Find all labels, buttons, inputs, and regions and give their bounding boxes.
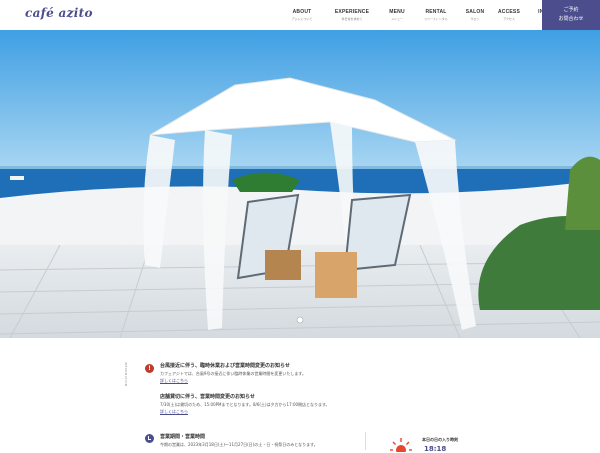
hero-image xyxy=(0,30,600,338)
alert-icon: ! xyxy=(145,364,154,373)
news-title: 営業期間・営業時間 xyxy=(160,434,206,440)
news-text: 7/30(土)は貸切のため、15:00PMまでとなります。8/6(土)は夕方から… xyxy=(160,402,330,407)
news-item: 店舗貸切に伴う、営業時間変更のお知らせ 7/30(土)は貸切のため、15:00P… xyxy=(160,394,330,415)
nav-item-rental[interactable]: RENTAL スペースレンタル xyxy=(416,0,456,30)
nav-item-menu[interactable]: MENU メニュー xyxy=(382,0,412,30)
slider-dot-icon[interactable] xyxy=(296,316,304,324)
nav-sublabel: メニュー xyxy=(390,17,403,21)
news-title[interactable]: 台風接近に伴う、臨時休業および営業時間変更のお知らせ xyxy=(160,363,306,370)
news-item: 営業期間・営業時間 今期の営業は、2023年3月18日(土)～11月27日(日)… xyxy=(160,434,360,448)
nav-label: MENU xyxy=(389,9,405,15)
boat xyxy=(10,176,24,180)
nav-item-salon[interactable]: SALON サロン xyxy=(460,0,490,30)
site-header: café azito ABOUT アジトについて EXPERIENCE 非日常を… xyxy=(0,0,600,30)
nav-label: ACCESS xyxy=(497,9,521,15)
nav-sublabel: サロン xyxy=(470,17,480,21)
nav-label: EXPERIENCE xyxy=(334,9,370,15)
site-logo[interactable]: café azito xyxy=(25,6,93,20)
nav-label: SALON xyxy=(465,9,485,15)
contact-label: お問合わせ xyxy=(558,16,584,22)
section-vertical-label: INFORMATION xyxy=(124,362,128,387)
nav-sublabel: 非日常を求めて xyxy=(341,17,363,21)
side-table xyxy=(315,252,357,298)
nav-label: RENTAL xyxy=(425,9,447,15)
news-item: 台風接近に伴う、臨時休業および営業時間変更のお知らせ カフェアジトでは、台風9号… xyxy=(160,363,306,384)
terrace-scene xyxy=(0,30,600,338)
horizon-line xyxy=(0,166,600,169)
news-text: 今期の営業は、2023年3月18日(土)～11月27日(日)の土・日・祝祭日のみ… xyxy=(160,442,318,447)
nav-item-experience[interactable]: EXPERIENCE 非日常を求めて xyxy=(326,0,378,30)
news-title[interactable]: 店舗貸切に伴う、営業時間変更のお知らせ xyxy=(160,394,330,401)
nav-item-access[interactable]: ACCESS アクセス xyxy=(494,0,524,30)
nav-item-about[interactable]: ABOUT アジトについて xyxy=(282,0,322,30)
news-link[interactable]: 詳しくはこちら xyxy=(160,377,306,384)
reserve-contact-button[interactable]: ご予約 お問合わせ xyxy=(542,0,600,30)
sunset-label: 本日の日の入り時刻 xyxy=(422,437,458,442)
sunset-time: 18:18 xyxy=(424,445,447,453)
nav-label: ABOUT xyxy=(292,9,312,15)
clock-icon xyxy=(145,434,154,443)
news-text: カフェアジトでは、台風9号の接近に伴い臨時休業の営業時間を変更いたします。 xyxy=(160,371,306,376)
nav-sublabel: アジトについて xyxy=(291,17,313,21)
main-nav: ABOUT アジトについて EXPERIENCE 非日常を求めて MENU メニ… xyxy=(282,0,584,30)
divider xyxy=(365,432,366,450)
reserve-label: ご予約 xyxy=(563,7,579,13)
nav-sublabel: スペースレンタル xyxy=(424,17,448,21)
wood-box xyxy=(265,250,301,280)
news-link[interactable]: 詳しくはこちら xyxy=(160,408,330,415)
nav-sublabel: アクセス xyxy=(503,17,515,21)
